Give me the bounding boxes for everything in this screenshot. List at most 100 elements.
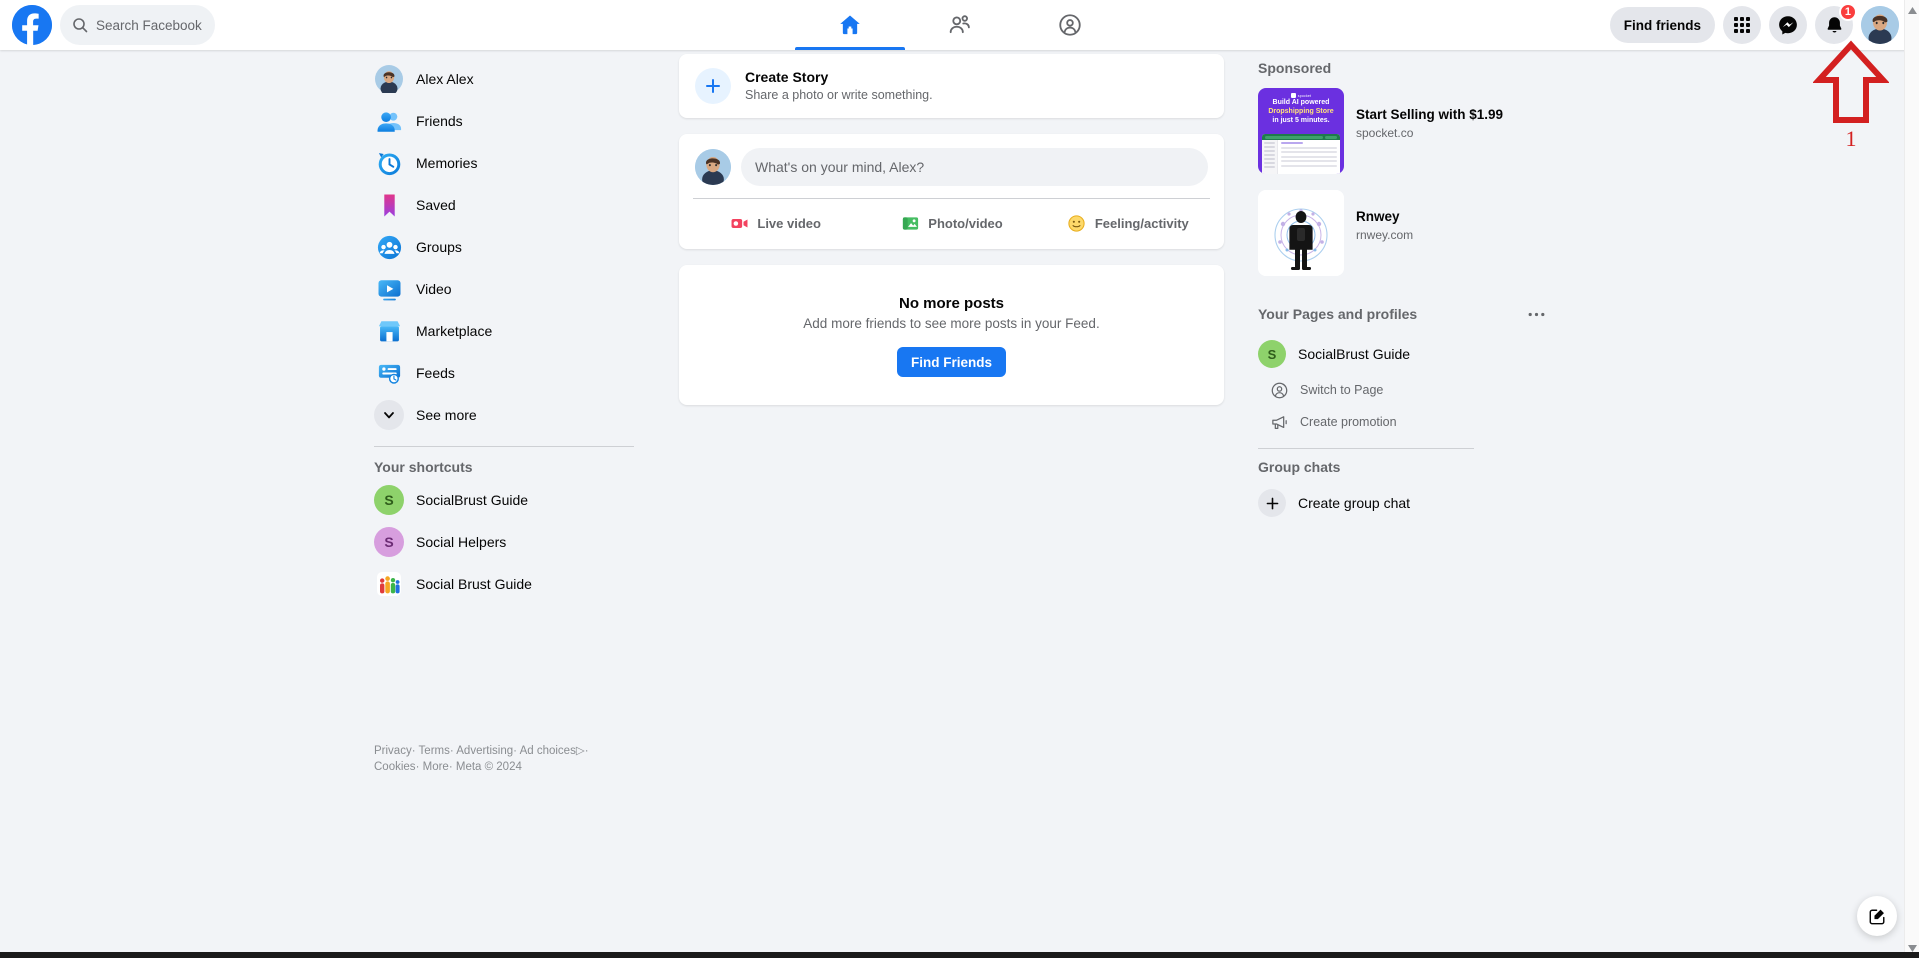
os-taskbar bbox=[0, 952, 1919, 958]
find-friends-cta-button[interactable]: Find Friends bbox=[897, 347, 1006, 377]
shortcut-avatar-wrap: S bbox=[374, 527, 404, 557]
shortcut-label: SocialBrust Guide bbox=[416, 492, 529, 508]
footer-links: Privacy· Terms· Advertising· Ad choices▷… bbox=[374, 743, 634, 776]
no-more-posts-card: No more posts Add more friends to see mo… bbox=[679, 265, 1224, 405]
create-story-button[interactable]: Create Story Share a photo or write some… bbox=[679, 54, 1224, 118]
shortcuts-section-title: Your shortcuts bbox=[374, 459, 473, 475]
home-icon bbox=[839, 15, 860, 35]
shortcut-item-social-brust-guide[interactable]: Social Brust Guide bbox=[366, 563, 656, 605]
find-friends-button[interactable]: Find friends bbox=[1609, 7, 1715, 43]
groups-icon bbox=[1058, 14, 1081, 36]
footer-sep: · bbox=[415, 761, 420, 774]
empty-state-subtitle: Add more friends to see more posts in yo… bbox=[803, 316, 1100, 331]
group-chats-header: Group chats bbox=[1258, 449, 1558, 481]
friends-icon bbox=[374, 106, 404, 136]
footer-sep: · bbox=[584, 744, 589, 757]
sidebar-item-video[interactable]: Video bbox=[366, 268, 656, 310]
footer-sep: · bbox=[448, 761, 453, 774]
plus-icon bbox=[1258, 489, 1286, 517]
page-name-label: SocialBrust Guide bbox=[1298, 346, 1411, 362]
sidebar-item-marketplace[interactable]: Marketplace bbox=[366, 310, 656, 352]
footer-link-more[interactable]: More bbox=[423, 761, 449, 773]
empty-state: No more posts Add more friends to see mo… bbox=[679, 265, 1224, 405]
search-icon bbox=[72, 17, 88, 33]
page-avatar: S bbox=[1258, 340, 1286, 368]
composer-actions: Live video Photo/video Feeling/activity bbox=[679, 199, 1224, 249]
grid-menu-icon[interactable] bbox=[1723, 6, 1761, 44]
pages-section-title: Your Pages and profiles bbox=[1258, 306, 1418, 322]
annotation-number: 1 bbox=[1845, 126, 1857, 151]
pages-header: Your Pages and profiles bbox=[1258, 286, 1558, 334]
composer-input[interactable]: What's on your mind, Alex? bbox=[741, 148, 1208, 186]
create-story-title: Create Story bbox=[745, 69, 829, 86]
sidebar-item-label: Marketplace bbox=[416, 323, 493, 339]
sidebar-item-profile[interactable]: Alex Alex bbox=[366, 58, 656, 100]
footer-link-ad-choices[interactable]: Ad choices bbox=[520, 745, 576, 757]
red-up-arrow-icon bbox=[1813, 40, 1889, 123]
marketplace-store-icon bbox=[374, 316, 404, 346]
sponsored-ad-rnwey[interactable]: Rnwey rnwey.com bbox=[1258, 184, 1558, 286]
facebook-logo-icon[interactable] bbox=[12, 5, 52, 45]
feeling-activity-label: Feeling/activity bbox=[1094, 215, 1189, 231]
page-item-socialbrust-guide[interactable]: S SocialBrust Guide bbox=[1258, 334, 1558, 374]
shortcut-avatar: S bbox=[374, 485, 404, 515]
switch-profile-icon bbox=[1268, 379, 1290, 401]
tab-groups[interactable] bbox=[1015, 0, 1125, 50]
feeds-icon bbox=[374, 358, 404, 388]
page-scrollbar[interactable] bbox=[1904, 0, 1919, 958]
live-video-button[interactable]: Live video bbox=[687, 205, 863, 241]
footer-link-privacy[interactable]: Privacy bbox=[374, 745, 412, 757]
switch-to-page-button[interactable]: Switch to Page bbox=[1258, 374, 1558, 406]
scroll-up-arrow-icon[interactable] bbox=[1905, 2, 1919, 18]
feeling-activity-icon bbox=[1067, 213, 1087, 233]
ad-url: rnwey.com bbox=[1356, 227, 1414, 242]
ad-image-dashboard-mockup bbox=[1262, 134, 1340, 174]
sidebar-item-label: Feeds bbox=[416, 365, 455, 381]
composer-top-row: What's on your mind, Alex? bbox=[679, 134, 1224, 198]
tab-friends[interactable] bbox=[905, 0, 1015, 50]
sponsored-ad-spocket[interactable]: spocket Build AI powered Dropshipping St… bbox=[1258, 82, 1558, 184]
sidebar-see-more-button[interactable]: See more bbox=[366, 394, 656, 436]
main-feed: Create Story Share a photo or write some… bbox=[679, 50, 1224, 421]
create-promotion-button[interactable]: Create promotion bbox=[1258, 406, 1558, 438]
sidebar-item-groups[interactable]: Groups bbox=[366, 226, 656, 268]
sidebar-item-feeds[interactable]: Feeds bbox=[366, 352, 656, 394]
shortcut-item-social-helpers[interactable]: S Social Helpers bbox=[366, 521, 656, 563]
footer-link-advertising[interactable]: Advertising bbox=[456, 745, 513, 757]
photo-video-button[interactable]: Photo/video bbox=[863, 205, 1039, 241]
search-input[interactable]: Search Facebook bbox=[60, 5, 215, 45]
shortcut-avatar: S bbox=[374, 527, 404, 557]
annotation-marker-1: 1 bbox=[1813, 40, 1889, 150]
shortcut-item-socialbrust-guide[interactable]: S SocialBrust Guide bbox=[366, 479, 656, 521]
top-navigation-bar: Search Facebook Find friends 1 bbox=[0, 0, 1919, 50]
sidebar-item-label: Friends bbox=[416, 113, 463, 129]
ad-text-group: Rnwey rnwey.com bbox=[1356, 190, 1413, 242]
ad-image-line-1: Build AI powered bbox=[1272, 99, 1330, 106]
avatar[interactable] bbox=[1861, 6, 1899, 44]
messenger-icon[interactable] bbox=[1769, 6, 1807, 44]
footer-sep: · bbox=[411, 744, 416, 757]
compose-pencil-icon[interactable] bbox=[1857, 896, 1897, 936]
footer-link-cookies[interactable]: Cookies bbox=[374, 761, 416, 773]
notification-badge: 1 bbox=[1838, 3, 1857, 21]
create-group-chat-button[interactable]: Create group chat bbox=[1258, 481, 1558, 525]
people-group-colorful-icon bbox=[374, 569, 404, 599]
active-tab-indicator bbox=[794, 47, 905, 50]
tab-home[interactable] bbox=[794, 0, 905, 50]
ad-title: Start Selling with $1.99 bbox=[1356, 107, 1504, 122]
feeling-activity-button[interactable]: Feeling/activity bbox=[1040, 205, 1216, 241]
create-story-text-group: Create Story Share a photo or write some… bbox=[745, 68, 933, 104]
sidebar-item-label: Alex Alex bbox=[416, 71, 474, 87]
ellipsis-icon[interactable] bbox=[1522, 300, 1550, 328]
chevron-down-icon bbox=[374, 400, 404, 430]
sidebar-item-memories[interactable]: Memories bbox=[366, 142, 656, 184]
create-promotion-label: Create promotion bbox=[1300, 415, 1397, 429]
profile-avatar-icon bbox=[374, 64, 404, 94]
notifications-bell-icon[interactable]: 1 bbox=[1815, 3, 1857, 44]
sidebar-item-friends[interactable]: Friends bbox=[366, 100, 656, 142]
composer-avatar[interactable] bbox=[695, 149, 731, 185]
ad-image-line-2: Dropshipping Store bbox=[1268, 108, 1334, 115]
footer-link-terms[interactable]: Terms bbox=[419, 745, 450, 757]
megaphone-icon bbox=[1268, 411, 1290, 433]
sidebar-item-saved[interactable]: Saved bbox=[366, 184, 656, 226]
